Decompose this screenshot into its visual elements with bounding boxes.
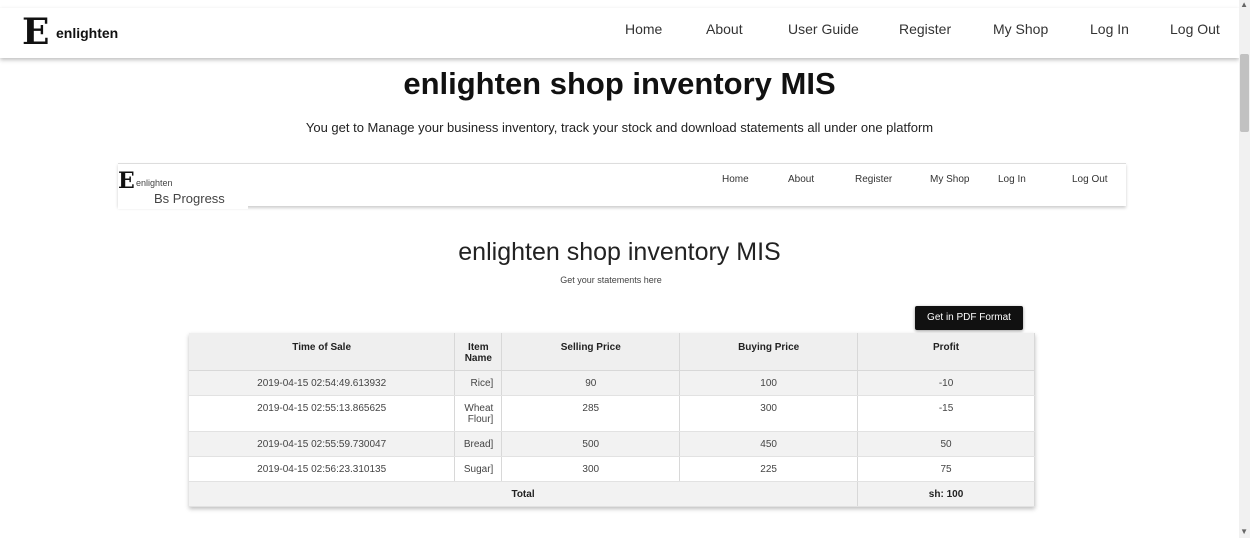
cell-item: Rice] <box>454 370 503 396</box>
cell-selling: 90 <box>501 370 681 396</box>
scroll-down-arrow-icon[interactable]: ▼ <box>1240 527 1248 536</box>
cell-item: Sugar] <box>454 456 503 482</box>
page-subtitle: You get to Manage your business inventor… <box>305 120 934 135</box>
cell-buying: 300 <box>679 395 859 432</box>
cell-time: 2019-04-15 02:54:49.613932 <box>189 370 456 396</box>
nav-home[interactable]: Home <box>625 21 662 37</box>
brand-name[interactable]: enlighten <box>56 25 118 41</box>
scroll-thumb[interactable] <box>1240 54 1249 132</box>
scroll-up-arrow-icon[interactable]: ▲ <box>1240 0 1248 9</box>
cell-profit: 50 <box>857 431 1035 457</box>
preview-nav-log-out: Log Out <box>1072 174 1108 185</box>
preview-navbar: E enlighten Home About Register My Shop … <box>118 163 1126 206</box>
header-profit: Profit <box>857 333 1035 371</box>
preview-nav-log-in: Log In <box>998 174 1026 185</box>
nav-about[interactable]: About <box>706 21 743 37</box>
cell-buying: 450 <box>679 431 859 457</box>
preview-brand-name: enlighten <box>136 178 173 188</box>
header-buying-price: Buying Price <box>679 333 859 371</box>
cell-profit: -15 <box>857 395 1035 432</box>
cell-selling: 300 <box>501 456 681 482</box>
preview-tab-title: Bs Progress <box>118 191 248 209</box>
table-row: 2019-04-15 02:55:13.865625 Wheat Flour] … <box>189 395 1035 432</box>
cell-item: Wheat Flour] <box>454 395 503 432</box>
cell-time: 2019-04-15 02:56:23.310135 <box>189 456 456 482</box>
nav-user-guide[interactable]: User Guide <box>788 21 859 37</box>
preview-tab-title-text: Bs Progress <box>154 191 225 206</box>
preview-subtitle: Get your statements here <box>560 275 662 285</box>
get-pdf-button[interactable]: Get in PDF Format <box>915 306 1023 330</box>
cell-buying: 100 <box>679 370 859 396</box>
cell-time: 2019-04-15 02:55:13.865625 <box>189 395 456 432</box>
page-title: enlighten shop inventory MIS <box>403 66 836 101</box>
nav-register[interactable]: Register <box>899 21 951 37</box>
table-row: 2019-04-15 02:55:59.730047 Bread] 500 45… <box>189 431 1035 457</box>
table-row: 2019-04-15 02:56:23.310135 Sugar] 300 22… <box>189 456 1035 482</box>
table-total-row: Total sh: 100 <box>189 481 1035 507</box>
nav-my-shop[interactable]: My Shop <box>993 21 1048 37</box>
preview-nav-about: About <box>788 174 815 185</box>
cell-item: Bread] <box>454 431 503 457</box>
header-time-of-sale: Time of Sale <box>189 333 456 371</box>
nav-log-in[interactable]: Log In <box>1090 21 1129 37</box>
cell-time: 2019-04-15 02:55:59.730047 <box>189 431 456 457</box>
header-item-name: Item Name <box>454 333 503 371</box>
nav-log-out[interactable]: Log Out <box>1170 21 1220 37</box>
preview-nav-register: Register <box>855 174 893 185</box>
cell-buying: 225 <box>679 456 859 482</box>
statement-table: Time of Sale Item Name Selling Price Buy… <box>189 333 1035 507</box>
cell-profit: 75 <box>857 456 1035 482</box>
preview-title: enlighten shop inventory MIS <box>458 238 781 266</box>
header-selling-price: Selling Price <box>501 333 681 371</box>
cell-profit: -10 <box>857 370 1035 396</box>
table-row: 2019-04-15 02:54:49.613932 Rice] 90 100 … <box>189 370 1035 396</box>
total-value: sh: 100 <box>857 481 1035 507</box>
logo-icon[interactable]: E <box>22 10 49 54</box>
total-label: Total <box>189 481 859 507</box>
cell-selling: 285 <box>501 395 681 432</box>
page-scrollbar[interactable]: ▲ ▼ <box>1239 0 1250 538</box>
top-navbar: E enlighten Home About User Guide Regist… <box>0 8 1239 58</box>
preview-nav-my-shop: My Shop <box>930 174 970 185</box>
cell-selling: 500 <box>501 431 681 457</box>
preview-nav-home: Home <box>722 174 749 185</box>
table-header-row: Time of Sale Item Name Selling Price Buy… <box>189 333 1035 371</box>
